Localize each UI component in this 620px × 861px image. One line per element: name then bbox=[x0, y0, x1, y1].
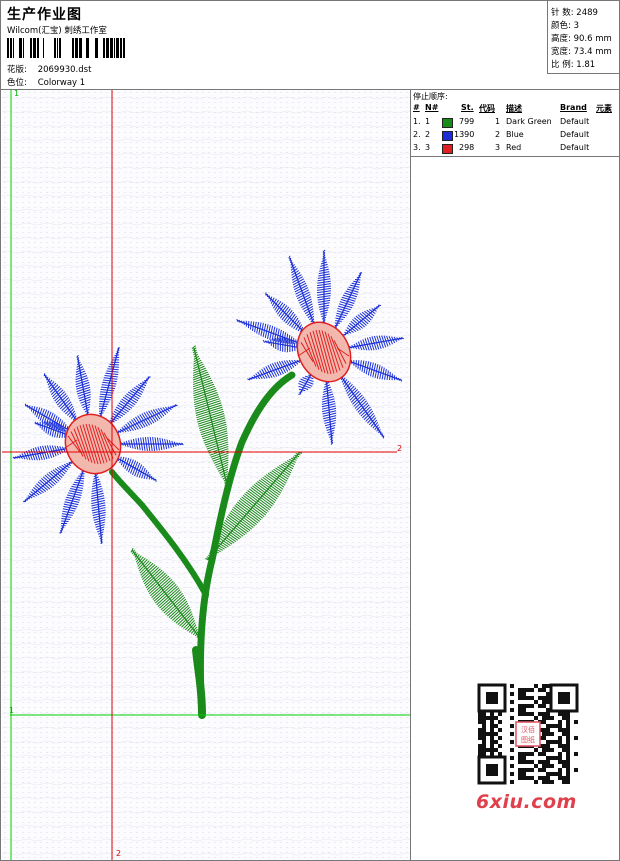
color-swatch bbox=[442, 144, 453, 154]
qr-seal-text-top: 汉佰 bbox=[521, 725, 535, 734]
table-row: 3. 3 298 3 Red Default bbox=[413, 143, 590, 154]
colorway-label: 色位: bbox=[7, 78, 27, 88]
guide-red-right-label: 2 bbox=[397, 444, 403, 453]
design-name-row: 花版: 2069930.dst bbox=[7, 63, 91, 75]
stat-height: 高度: 90.6 mm bbox=[551, 34, 612, 44]
watermark-logo: 6xiu.com bbox=[476, 791, 577, 813]
sheet-title: 生产作业图 bbox=[7, 7, 82, 23]
stat-ratio: 比 例: 1.81 bbox=[551, 60, 596, 70]
colorway-value: Colorway 1 bbox=[37, 78, 86, 88]
col-element: 元素 bbox=[596, 104, 612, 113]
embroidery-preview bbox=[2, 90, 410, 860]
design-label: 花版: bbox=[7, 65, 27, 75]
design-canvas[interactable]: 1 1 2 2 bbox=[2, 90, 410, 860]
design-stats: 针 数: 2489 颜色: 3 高度: 90.6 mm 宽度: 73.4 mm … bbox=[547, 1, 620, 74]
production-sheet: 生产作业图 Wilcom(汇宝) 刺绣工作室 花版: 2069930.dst 色… bbox=[0, 0, 620, 861]
guide-red-bottom-label: 2 bbox=[116, 849, 122, 858]
col-code: 代码 bbox=[479, 104, 495, 113]
colorway-row: 色位: Colorway 1 bbox=[7, 76, 85, 88]
qr-code: 汉佰 图纸 bbox=[477, 683, 579, 785]
col-stitches: St. bbox=[461, 103, 474, 112]
stat-stitches: 针 数: 2489 bbox=[551, 8, 598, 18]
col-brand: Brand bbox=[560, 103, 587, 112]
header: 生产作业图 Wilcom(汇宝) 刺绣工作室 花版: 2069930.dst 色… bbox=[1, 1, 620, 90]
color-swatch bbox=[442, 131, 453, 141]
stop-sequence-heading: 停止顺序: bbox=[413, 92, 448, 101]
col-num: # bbox=[413, 103, 420, 112]
qr-seal-text-bottom: 图纸 bbox=[521, 735, 535, 744]
col-needle: N# bbox=[425, 103, 439, 112]
stop-sequence-table: 停止顺序: # N# St. 代码 描述 Brand 元素 1. 1 799 1… bbox=[411, 90, 620, 157]
stat-colors: 颜色: 3 bbox=[551, 21, 579, 31]
barcode bbox=[7, 38, 125, 58]
color-swatch bbox=[442, 118, 453, 128]
design-value: 2069930.dst bbox=[37, 65, 92, 75]
stat-width: 宽度: 73.4 mm bbox=[551, 47, 612, 57]
company-name: Wilcom(汇宝) 刺绣工作室 bbox=[7, 26, 107, 36]
table-row: 1. 1 799 1 Dark Green Default bbox=[413, 117, 590, 128]
guide-green-left-label: 1 bbox=[9, 706, 15, 715]
col-desc: 描述 bbox=[506, 104, 522, 113]
guide-green-top-label: 1 bbox=[14, 90, 20, 98]
flower-centre-right bbox=[296, 321, 352, 383]
table-row: 2. 2 1390 2 Blue Default bbox=[413, 130, 590, 141]
